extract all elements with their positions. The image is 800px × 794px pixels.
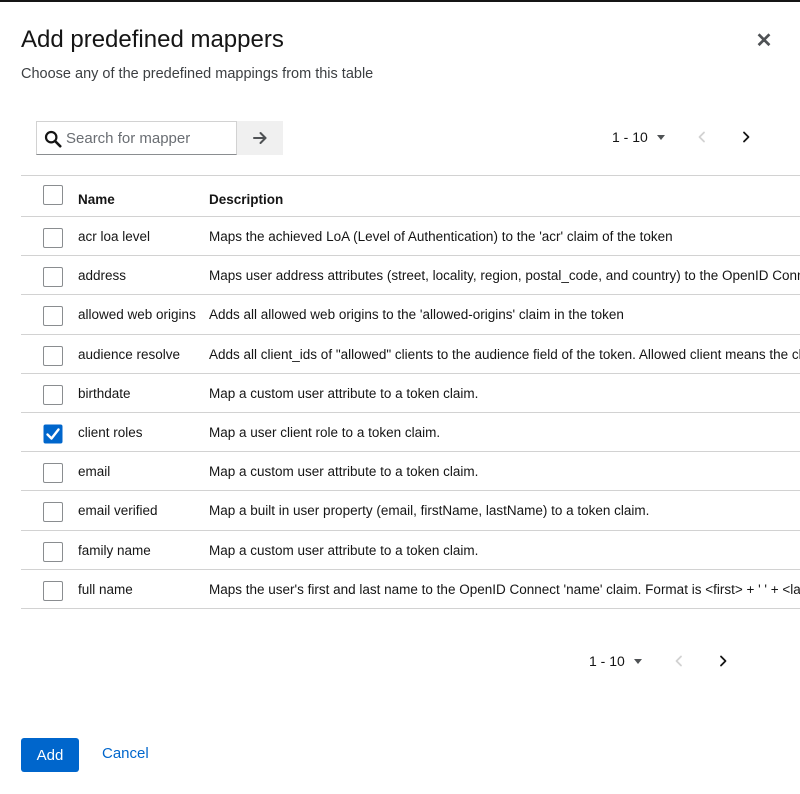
mapper-description: Map a custom user attribute to a token c… (209, 464, 479, 480)
caret-down-icon (656, 134, 665, 140)
row-checkbox[interactable] (43, 306, 63, 327)
cancel-button[interactable]: Cancel (102, 745, 149, 762)
search-box (36, 121, 237, 155)
row-checkbox[interactable] (43, 267, 63, 288)
close-icon[interactable]: ✕ (752, 30, 776, 54)
row-checkbox[interactable] (43, 541, 63, 562)
table-row: full name Maps the user's first and last … (21, 570, 800, 609)
mapper-description: Map a custom user attribute to a token c… (209, 542, 479, 558)
search-submit-button[interactable] (237, 121, 283, 155)
mapper-description: Map a built in user property (email, fir… (209, 503, 650, 519)
table-row: acr loa level Maps the achieved LoA (Leve… (21, 217, 800, 257)
mapper-name: allowed web origins (78, 307, 196, 323)
column-header-name: Name (78, 192, 115, 207)
table-row: audience resolve Adds all client_ids of "… (21, 335, 800, 374)
mapper-description: Maps user address attributes (street, lo… (209, 268, 800, 284)
mappers-table: Name Description acr loa level Maps the a… (21, 175, 800, 609)
window-top-border (0, 0, 800, 2)
row-checkbox[interactable] (43, 384, 63, 405)
modal-title: Add predefined mappers (21, 26, 284, 53)
mapper-name: audience resolve (78, 346, 181, 362)
chevron-left-icon (675, 655, 682, 667)
pagination-bottom: 1 - 10 (589, 646, 735, 676)
table-row: family name Map a custom user attribute t… (21, 531, 800, 570)
search-icon (44, 130, 62, 148)
pagination-range: 1 - 10 (589, 653, 625, 669)
chevron-left-icon (698, 131, 705, 143)
mapper-description: Maps the user's first and last name to t… (209, 581, 800, 597)
table-row: address Maps user address attributes (str… (21, 256, 800, 296)
table-header-row: Name Description (21, 175, 800, 217)
table-row: allowed web origins Adds all allowed web … (21, 295, 800, 335)
table-row: email verified Map a built in user proper… (21, 491, 800, 531)
column-header-description: Description (209, 192, 284, 207)
mapper-name: birthdate (78, 385, 131, 401)
modal-subtitle: Choose any of the predefined mappings fr… (21, 66, 374, 82)
mapper-name: acr loa level (78, 229, 151, 244)
mapper-name: email (78, 464, 111, 480)
per-page-toggle[interactable]: 1 - 10 (612, 129, 665, 145)
prev-page-button[interactable] (690, 125, 714, 149)
table-row: email Map a custom user attribute to a to… (21, 452, 800, 492)
per-page-toggle-bottom[interactable]: 1 - 10 (589, 653, 642, 669)
mapper-description: Map a user client role to a token claim. (209, 424, 441, 440)
add-button[interactable]: Add (21, 738, 79, 772)
pagination-top: 1 - 10 (612, 122, 758, 152)
table-row: client roles Map a user client role to a … (21, 413, 800, 453)
mapper-name: full name (78, 581, 133, 597)
mapper-name: email verified (78, 503, 158, 519)
row-checkbox[interactable] (43, 463, 63, 484)
search-input[interactable] (66, 122, 234, 154)
search-group (36, 121, 283, 155)
arrow-right-icon (253, 132, 267, 144)
next-page-button[interactable] (734, 125, 758, 149)
caret-down-icon (633, 658, 642, 664)
row-checkbox[interactable] (43, 424, 63, 444)
mapper-description: Adds all client_ids of "allowed" clients… (209, 346, 800, 362)
pagination-range: 1 - 10 (612, 129, 648, 145)
mapper-description: Adds all allowed web origins to the 'all… (209, 307, 624, 323)
row-checkbox[interactable] (43, 228, 63, 248)
select-all-checkbox[interactable] (43, 185, 63, 205)
mapper-description: Map a custom user attribute to a token c… (209, 385, 479, 401)
table-row: birthdate Map a custom user attribute to … (21, 374, 800, 413)
row-checkbox[interactable] (43, 502, 63, 523)
row-checkbox[interactable] (43, 345, 63, 366)
chevron-right-icon (742, 131, 750, 143)
next-page-button-bottom[interactable] (711, 649, 735, 673)
row-checkbox[interactable] (43, 580, 63, 601)
mapper-name: address (78, 268, 127, 284)
prev-page-button-bottom[interactable] (667, 649, 691, 673)
mapper-name: client roles (78, 424, 143, 440)
chevron-right-icon (719, 655, 727, 667)
mapper-description: Maps the achieved LoA (Level of Authenti… (209, 229, 673, 244)
mapper-name: family name (78, 542, 151, 558)
